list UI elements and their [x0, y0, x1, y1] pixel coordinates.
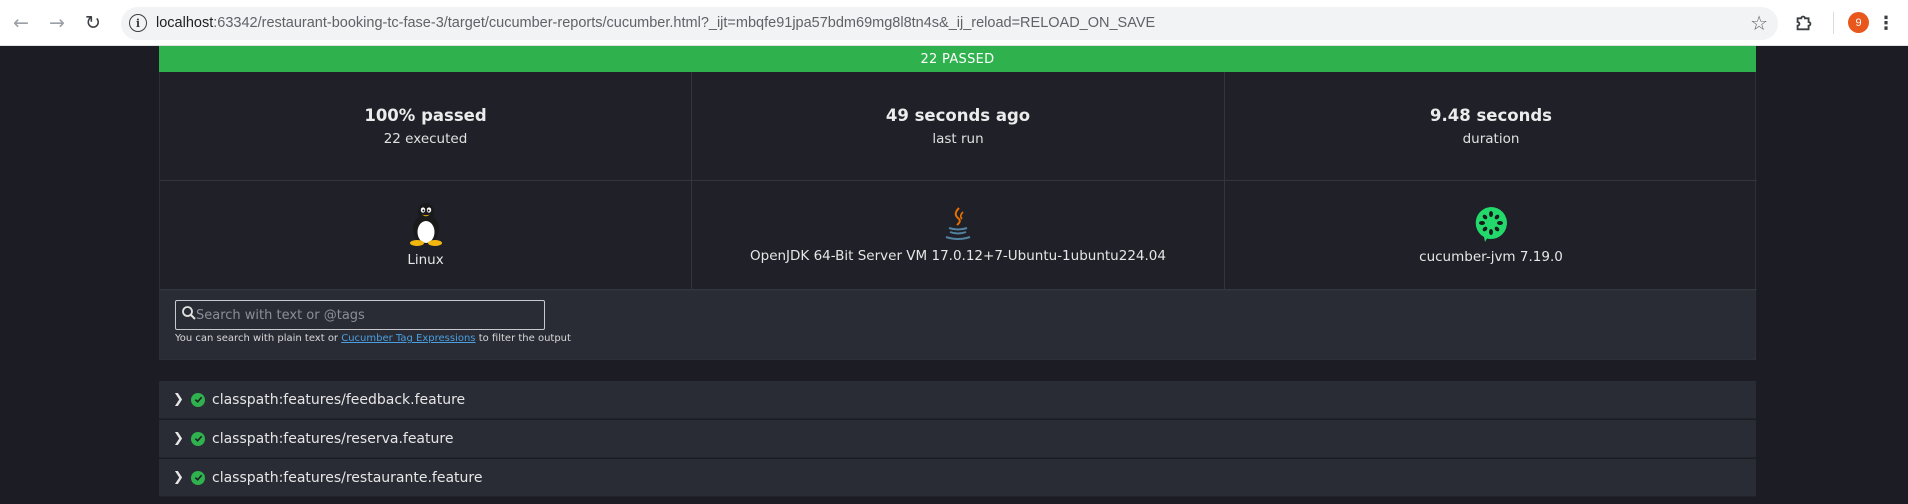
env-os: Linux [160, 181, 692, 290]
feature-row[interactable]: ❯ classpath:features/feedback.feature [159, 381, 1756, 419]
url-host: localhost [156, 15, 214, 31]
site-info-icon[interactable]: i [129, 14, 147, 32]
stat-last-run-value: 49 seconds ago [885, 105, 1031, 125]
chevron-right-icon[interactable]: ❯ [173, 431, 187, 446]
chevron-right-icon[interactable]: ❯ [173, 470, 187, 485]
chevron-right-icon[interactable]: ❯ [173, 392, 187, 407]
passed-check-icon [191, 392, 205, 407]
feature-name: classpath:features/feedback.feature [212, 391, 466, 408]
stat-passed: 100% passed 22 executed [160, 72, 692, 181]
env-os-name: Linux [407, 252, 444, 268]
cucumber-logo-icon [1475, 207, 1507, 242]
forward-arrow-icon[interactable]: → [44, 10, 70, 36]
env-runtime: OpenJDK 64-Bit Server VM 17.0.12+7-Ubunt… [692, 181, 1225, 290]
stat-duration-value: 9.48 seconds [1430, 105, 1552, 125]
feature-name: classpath:features/restaurante.feature [212, 469, 483, 486]
feature-list: ❯ classpath:features/feedback.feature ❯ … [159, 381, 1756, 501]
tag-expressions-link[interactable]: Cucumber Tag Expressions [341, 333, 475, 344]
feature-name: classpath:features/reserva.feature [212, 430, 454, 447]
stat-duration-label: duration [1462, 130, 1520, 147]
search-panel: You can search with plain text or Cucumb… [159, 290, 1756, 360]
search-hint-suffix: to filter the output [475, 333, 571, 344]
passed-check-icon [191, 431, 205, 446]
feature-row[interactable]: ❯ classpath:features/reserva.feature [159, 420, 1756, 458]
more-menu-icon[interactable]: ⋮ [1877, 11, 1895, 35]
search-icon [182, 306, 196, 320]
extensions-puzzle-icon[interactable] [1793, 11, 1815, 33]
search-hint: You can search with plain text or Cucumb… [175, 333, 571, 344]
feature-row[interactable]: ❯ classpath:features/restaurante.feature [159, 459, 1756, 497]
passed-banner: 22 PASSED [159, 46, 1756, 72]
env-implementation: cucumber-jvm 7.19.0 [1225, 181, 1757, 290]
search-input[interactable] [196, 305, 536, 325]
toolbar-divider [1833, 12, 1834, 34]
bookmark-star-icon[interactable]: ☆ [1750, 11, 1768, 35]
stat-duration: 9.48 seconds duration [1225, 72, 1757, 181]
back-arrow-icon[interactable]: ← [8, 10, 34, 36]
url-text[interactable]: localhost:63342/restaurant-booking-tc-fa… [156, 15, 1155, 31]
passed-check-icon [191, 470, 205, 485]
linux-tux-icon [409, 203, 442, 246]
search-hint-prefix: You can search with plain text or [175, 333, 342, 344]
url-path: :63342/restaurant-booking-tc-fase-3/targ… [213, 15, 1156, 31]
env-runtime-name: OpenJDK 64-Bit Server VM 17.0.12+7-Ubunt… [750, 248, 1166, 264]
env-implementation-name: cucumber-jvm 7.19.0 [1419, 249, 1563, 265]
stat-last-run-label: last run [932, 130, 984, 147]
address-bar[interactable]: i localhost:63342/restaurant-booking-tc-… [121, 7, 1778, 40]
stat-passed-label: 22 executed [383, 130, 468, 147]
browser-toolbar: ← → ↻ i localhost:63342/restaurant-booki… [0, 0, 1908, 46]
stat-last-run: 49 seconds ago last run [692, 72, 1225, 181]
java-logo-icon [945, 207, 971, 240]
profile-avatar[interactable]: 9 [1848, 12, 1869, 33]
summary-grid: 100% passed 22 executed 49 seconds ago l… [159, 72, 1757, 290]
search-box[interactable] [175, 300, 545, 330]
stat-passed-value: 100% passed [364, 105, 487, 125]
reload-icon[interactable]: ↻ [80, 10, 106, 36]
